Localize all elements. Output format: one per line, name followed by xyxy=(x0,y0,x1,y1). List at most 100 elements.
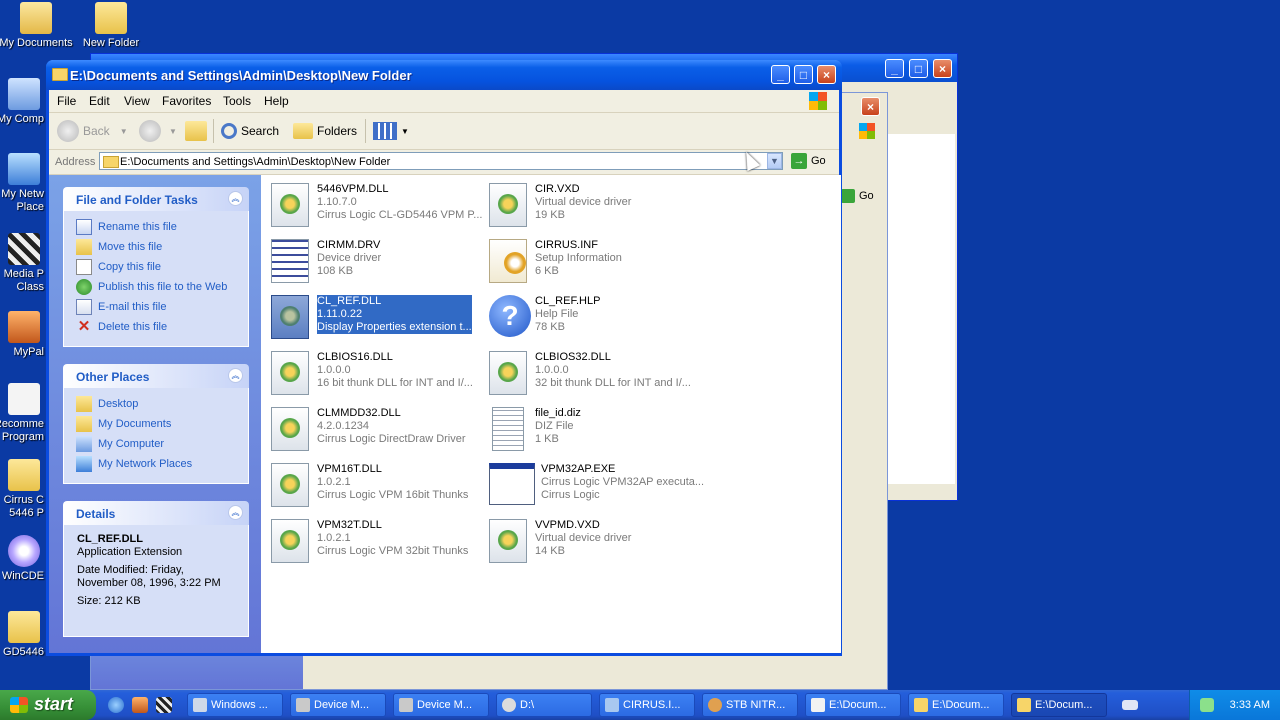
file-list-view[interactable]: 5446VPM.DLL 1.10.7.0 Cirrus Logic CL-GD544… xyxy=(261,175,841,653)
folders-button[interactable]: Folders xyxy=(293,119,357,143)
taskbar-task[interactable]: E:\Docum... xyxy=(805,693,901,717)
maximize-button[interactable]: □ xyxy=(909,59,928,78)
file-detail: Cirrus Logic VPM 16bit Thunks xyxy=(317,489,469,501)
file-item[interactable]: CIRRUS.INF Setup Information 6 KB xyxy=(489,236,699,286)
close-button[interactable]: × xyxy=(817,65,836,84)
desktop-icon-network-places[interactable]: My Netw Place xyxy=(0,153,44,214)
window-titlebar[interactable]: E:\Documents and Settings\Admin\Desktop\… xyxy=(46,60,842,90)
notepad-icon xyxy=(605,698,619,712)
close-button[interactable]: × xyxy=(861,97,880,116)
taskbar-task[interactable]: Device M... xyxy=(290,693,386,717)
task-copy-file[interactable]: Copy this file xyxy=(76,259,161,275)
file-detail: 32 bit thunk DLL for INT and I/... xyxy=(535,377,691,389)
desktop-icon-label: Cirrus C 5446 P xyxy=(3,494,44,519)
task-move-file[interactable]: Move this file xyxy=(76,239,162,255)
taskbar-task-active[interactable]: E:\Docum... xyxy=(1011,693,1107,717)
file-item-selected[interactable]: CL_REF.DLL 1.11.0.22 Display Properties ex… xyxy=(271,292,481,342)
desktop-icon-my-computer[interactable]: My Comp xyxy=(0,78,44,126)
file-item[interactable]: VPM16T.DLL 1.0.2.1 Cirrus Logic VPM 16bit … xyxy=(271,460,481,510)
panel-header[interactable]: File and Folder Tasks ︽ xyxy=(63,187,249,211)
go-button[interactable]: → Go xyxy=(791,153,826,169)
taskbar-task[interactable]: Device M... xyxy=(393,693,489,717)
desktop-icon-media-player[interactable]: Media P Class xyxy=(0,233,44,294)
desktop-icon-my-documents[interactable]: My Documents xyxy=(0,2,76,50)
task-rename-file[interactable]: Rename this file xyxy=(76,219,177,235)
address-input[interactable]: E:\Documents and Settings\Admin\Desktop\… xyxy=(99,152,783,170)
up-folder-button[interactable] xyxy=(185,119,207,143)
search-icon xyxy=(221,123,237,139)
task-label: STB NITR... xyxy=(726,699,786,711)
file-item[interactable]: CLBIOS32.DLL 1.0.0.0 32 bit thunk DLL for … xyxy=(489,348,699,398)
start-button[interactable]: start xyxy=(0,690,96,720)
file-item[interactable]: CLBIOS16.DLL 1.0.0.0 16 bit thunk DLL for … xyxy=(271,348,481,398)
panel-header[interactable]: Other Places ︽ xyxy=(63,364,249,388)
menu-tools[interactable]: Tools xyxy=(223,94,251,108)
file-item[interactable]: ? CL_REF.HLP Help File 78 KB xyxy=(489,292,699,342)
taskbar-task[interactable]: Windows ... xyxy=(187,693,283,717)
taskbar-task[interactable]: E:\Docum... xyxy=(908,693,1004,717)
network-tray-icon[interactable] xyxy=(1200,698,1214,712)
menu-view[interactable]: View xyxy=(124,94,150,108)
file-item[interactable]: VPM32AP.EXE Cirrus Logic VPM32AP executa.… xyxy=(489,460,704,510)
collapse-chevron-icon[interactable]: ︽ xyxy=(228,368,243,383)
file-item[interactable]: VPM32T.DLL 1.0.2.1 Cirrus Logic VPM 32bit … xyxy=(271,516,481,566)
taskbar-task[interactable]: STB NITR... xyxy=(702,693,798,717)
desktop-icon-mypal[interactable]: MyPal xyxy=(0,311,44,359)
explorer-window[interactable]: E:\Documents and Settings\Admin\Desktop\… xyxy=(46,60,842,656)
background-window-go-button[interactable]: Go xyxy=(841,189,874,203)
place-my-documents[interactable]: My Documents xyxy=(76,416,171,432)
folder-icon xyxy=(1017,698,1031,712)
file-item[interactable]: CLMMDD32.DLL 4.2.0.1234 Cirrus Logic Direc… xyxy=(271,404,481,454)
keyboard-icon[interactable] xyxy=(1122,700,1138,710)
mypal-quicklaunch-icon[interactable] xyxy=(132,697,148,713)
file-detail: 1.0.0.0 xyxy=(317,364,351,376)
search-button[interactable]: Search xyxy=(221,119,279,143)
task-publish-web[interactable]: Publish this file to the Web xyxy=(76,279,227,295)
task-label: Delete this file xyxy=(98,321,168,333)
file-item[interactable]: CIRMM.DRV Device driver 108 KB xyxy=(271,236,481,286)
collapse-chevron-icon[interactable]: ︽ xyxy=(228,191,243,206)
task-delete-file[interactable]: ✕ Delete this file xyxy=(76,319,167,335)
close-button[interactable]: × xyxy=(933,59,952,78)
place-network-places[interactable]: My Network Places xyxy=(76,456,192,472)
taskbar-task[interactable]: CIRRUS.I... xyxy=(599,693,695,717)
place-my-computer[interactable]: My Computer xyxy=(76,436,164,452)
desktop-icon-new-folder[interactable]: New Folder xyxy=(71,2,151,50)
maximize-button[interactable]: □ xyxy=(794,65,813,84)
file-item[interactable]: file_id.diz DIZ File 1 KB xyxy=(489,404,699,454)
menu-help[interactable]: Help xyxy=(264,94,289,108)
desktop-icon-cirrus[interactable]: Cirrus C 5446 P xyxy=(0,459,44,520)
file-item[interactable]: 5446VPM.DLL 1.10.7.0 Cirrus Logic CL-GD544… xyxy=(271,180,482,230)
folder-icon xyxy=(8,611,40,643)
file-detail: 14 KB xyxy=(535,545,565,557)
taskbar-task[interactable]: D:\ xyxy=(496,693,592,717)
menu-file[interactable]: File xyxy=(57,94,76,108)
drive-icon xyxy=(502,698,516,712)
desktop-icon-recommended[interactable]: Recomme Program xyxy=(0,383,44,444)
ie-quicklaunch-icon[interactable] xyxy=(108,697,124,713)
desktop-icon-wincde[interactable]: WinCDE xyxy=(0,535,44,583)
forward-button[interactable]: ▼ xyxy=(139,119,177,143)
minimize-button[interactable]: _ xyxy=(885,59,904,78)
file-item[interactable]: VVPMD.VXD Virtual device driver 14 KB xyxy=(489,516,699,566)
file-item[interactable]: CIR.VXD Virtual device driver 19 KB xyxy=(489,180,699,230)
back-button[interactable]: Back ▼ xyxy=(57,119,128,143)
device-manager-icon xyxy=(399,698,413,712)
file-detail: Setup Information xyxy=(535,252,622,264)
address-dropdown-button[interactable]: ▼ xyxy=(767,153,782,169)
minimize-button[interactable]: _ xyxy=(771,65,790,84)
views-button[interactable]: ▼ xyxy=(373,119,409,143)
rename-icon xyxy=(76,219,92,235)
help-icon: ? xyxy=(489,295,531,337)
menu-edit[interactable]: Edit xyxy=(89,94,110,108)
panel-header[interactable]: Details ︽ xyxy=(63,501,249,525)
window-title: E:\Documents and Settings\Admin\Desktop\… xyxy=(70,68,412,83)
media-quicklaunch-icon[interactable] xyxy=(156,697,172,713)
task-email-file[interactable]: E-mail this file xyxy=(76,299,166,315)
file-detail: Cirrus Logic VPM 32bit Thunks xyxy=(317,545,469,557)
place-desktop[interactable]: Desktop xyxy=(76,396,138,412)
address-label: Address xyxy=(55,156,96,168)
desktop-icon-gd5446[interactable]: GD5446 xyxy=(0,611,44,659)
menu-favorites[interactable]: Favorites xyxy=(162,94,211,108)
collapse-chevron-icon[interactable]: ︽ xyxy=(228,505,243,520)
